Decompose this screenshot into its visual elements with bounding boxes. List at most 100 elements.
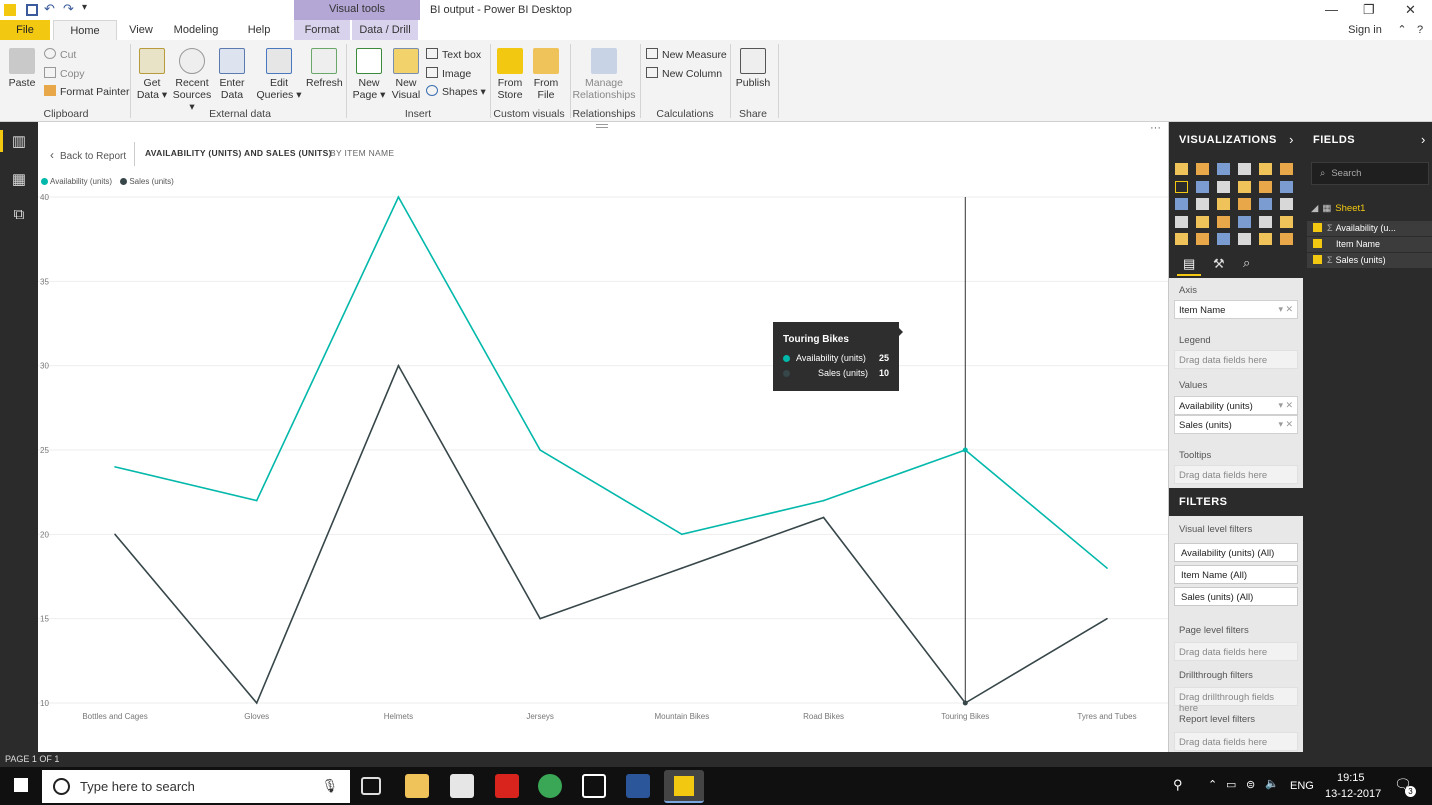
relationships-view-icon[interactable]: ⧉: [9, 206, 29, 224]
visual-type-icon[interactable]: [1259, 180, 1272, 193]
new-measure-button[interactable]: New Measure: [646, 48, 727, 61]
text-box-button[interactable]: Text box: [426, 48, 481, 61]
visual-type-icon[interactable]: [1238, 233, 1251, 245]
remove-field-icon[interactable]: ▾ ✕: [1278, 304, 1293, 315]
help-icon[interactable]: ?: [1412, 20, 1428, 41]
from-file-button[interactable]: From File: [530, 48, 562, 101]
get-data-button[interactable]: Get Data ▾: [136, 48, 168, 101]
data-view-icon[interactable]: ▦: [9, 170, 29, 188]
visual-type-icon[interactable]: [1217, 180, 1230, 193]
people-icon[interactable]: ⚲: [1173, 777, 1183, 793]
visual-type-icon[interactable]: [1259, 215, 1272, 228]
legend-item-sales[interactable]: Sales (units): [129, 177, 173, 186]
visual-type-icon[interactable]: [1238, 215, 1251, 228]
visual-type-icon[interactable]: [1280, 233, 1293, 245]
save-icon[interactable]: [26, 4, 38, 16]
visual-type-icon[interactable]: [1217, 215, 1230, 228]
checkbox-checked-icon[interactable]: [1313, 239, 1322, 248]
visual-type-icon[interactable]: [1196, 198, 1209, 210]
store-icon[interactable]: [450, 774, 474, 798]
word-icon[interactable]: [626, 774, 650, 798]
checkbox-checked-icon[interactable]: [1313, 255, 1322, 264]
recent-sources-button[interactable]: Recent Sources ▾: [170, 48, 214, 113]
values-well-field[interactable]: Sales (units) ▾ ✕: [1174, 415, 1298, 434]
publish-button[interactable]: Publish: [734, 48, 772, 89]
filter-card-availability[interactable]: Availability (units) (All): [1174, 543, 1298, 562]
values-well-field[interactable]: Availability (units) ▾ ✕: [1174, 396, 1298, 415]
filter-card-sales[interactable]: Sales (units) (All): [1174, 587, 1298, 606]
fields-well-tab-icon[interactable]: ▤: [1183, 256, 1195, 272]
visual-type-icon[interactable]: [1196, 215, 1209, 228]
visual-type-icon[interactable]: [1175, 215, 1188, 228]
visual-type-icon[interactable]: [1196, 233, 1209, 245]
task-view-icon[interactable]: [361, 777, 381, 795]
clock-date[interactable]: 13-12-2017: [1325, 788, 1381, 800]
new-column-button[interactable]: New Column: [646, 67, 722, 80]
visual-type-icon[interactable]: [1175, 180, 1188, 193]
image-button[interactable]: Image: [426, 67, 471, 80]
taskbar-search-box[interactable]: Type here to search 🎙: [42, 770, 350, 803]
cut-button[interactable]: Cut: [44, 48, 76, 61]
windows-start-icon[interactable]: [14, 778, 28, 792]
manage-relationships-button[interactable]: Manage Relationships: [572, 48, 636, 101]
tooltips-drop-zone[interactable]: Drag data fields here: [1174, 465, 1298, 484]
visual-type-icon[interactable]: [1259, 233, 1272, 245]
visual-type-icon[interactable]: [1175, 233, 1188, 245]
restore-button[interactable]: ❐: [1363, 2, 1375, 18]
chrome-icon[interactable]: [538, 774, 562, 798]
focus-mode-handle[interactable]: [596, 124, 608, 128]
legend-item-availability[interactable]: Availability (units): [50, 177, 112, 186]
visual-type-icon[interactable]: [1196, 163, 1209, 175]
table-sheet1[interactable]: ◢ ▦ Sheet1: [1311, 203, 1365, 214]
mail-icon[interactable]: [582, 774, 606, 798]
show-hidden-icons[interactable]: ⌃: [1208, 778, 1217, 791]
back-to-report-link[interactable]: ‹ Back to Report: [50, 148, 126, 162]
visual-type-icon[interactable]: [1196, 180, 1209, 193]
volume-icon[interactable]: 🔈: [1265, 777, 1279, 790]
microphone-icon[interactable]: 🎙: [321, 778, 338, 794]
visual-type-icon[interactable]: [1238, 180, 1251, 193]
tab-data-drill[interactable]: Data / Drill: [352, 20, 418, 41]
network-icon[interactable]: ⊜: [1246, 778, 1255, 791]
visual-type-icon[interactable]: [1175, 163, 1188, 175]
new-page-button[interactable]: New Page ▾: [352, 48, 386, 101]
field-item[interactable]: Σ Sales (units): [1307, 253, 1432, 268]
clock-time[interactable]: 19:15: [1337, 772, 1365, 784]
minimize-button[interactable]: —: [1325, 2, 1338, 17]
visual-type-icon[interactable]: [1217, 163, 1230, 175]
tab-modeling[interactable]: Modeling: [170, 20, 222, 41]
visual-type-icon[interactable]: [1238, 163, 1251, 175]
fields-search-input[interactable]: ⌕ Search: [1311, 162, 1429, 185]
powerbi-taskbar-icon[interactable]: [664, 770, 704, 803]
visual-type-icon[interactable]: [1217, 233, 1230, 245]
remove-field-icon[interactable]: ▾ ✕: [1278, 419, 1293, 430]
remove-field-icon[interactable]: ▾ ✕: [1278, 400, 1293, 411]
collapse-visualizations-icon[interactable]: ›: [1289, 132, 1294, 147]
analytics-magnifier-icon[interactable]: ⌕: [1243, 255, 1250, 271]
visual-type-icon[interactable]: [1280, 215, 1293, 228]
filter-card-item-name[interactable]: Item Name (All): [1174, 565, 1298, 584]
copy-button[interactable]: Copy: [44, 67, 85, 80]
visual-type-icon[interactable]: [1175, 198, 1188, 210]
checkbox-checked-icon[interactable]: [1313, 223, 1322, 232]
report-filters-drop-zone[interactable]: Drag data fields here: [1174, 732, 1298, 751]
visual-type-icon[interactable]: [1280, 163, 1293, 175]
more-options-icon[interactable]: ···: [1150, 122, 1161, 134]
collapse-fields-icon[interactable]: ›: [1421, 132, 1425, 147]
format-painter-button[interactable]: Format Painter: [44, 85, 129, 98]
page-filters-drop-zone[interactable]: Drag data fields here: [1174, 642, 1298, 661]
field-item[interactable]: Item Name: [1307, 237, 1432, 252]
tab-format[interactable]: Format: [294, 20, 350, 41]
tab-help[interactable]: Help: [244, 20, 274, 41]
quick-access-dropdown-icon[interactable]: ▾: [82, 2, 87, 13]
legend-drop-zone[interactable]: Drag data fields here: [1174, 350, 1298, 369]
tab-view[interactable]: View: [126, 20, 156, 41]
tab-home[interactable]: Home: [53, 20, 117, 41]
paste-button[interactable]: Paste: [6, 48, 38, 89]
visual-type-icon[interactable]: [1259, 163, 1272, 175]
close-button[interactable]: ✕: [1405, 2, 1416, 18]
undo-icon[interactable]: ↶: [44, 1, 55, 17]
battery-icon[interactable]: ▭: [1226, 778, 1236, 791]
drillthrough-drop-zone[interactable]: Drag drillthrough fields here: [1174, 687, 1298, 714]
shapes-button[interactable]: Shapes ▾: [426, 85, 486, 98]
